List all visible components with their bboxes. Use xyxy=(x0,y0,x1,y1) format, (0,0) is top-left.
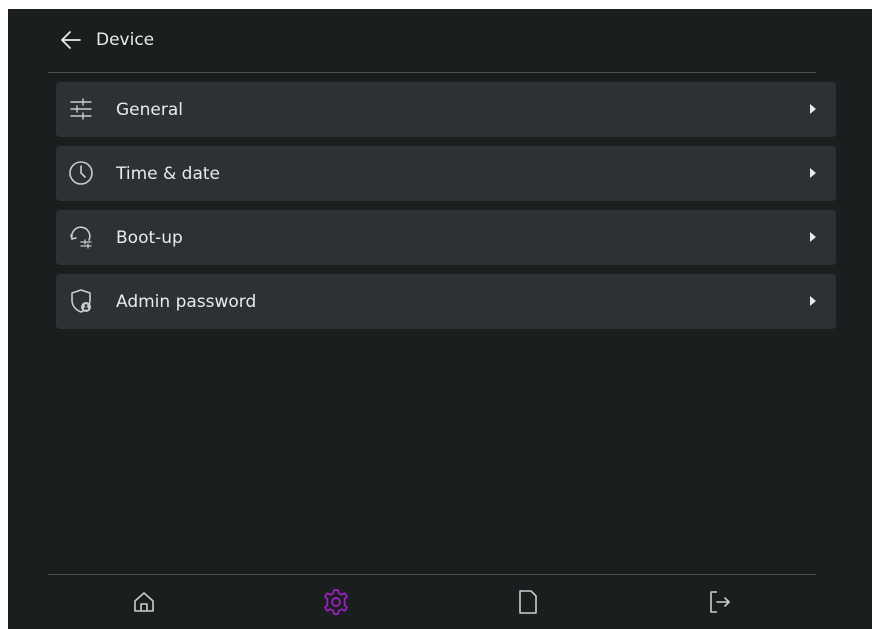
menu-item-time-date[interactable]: Time & date xyxy=(56,146,836,201)
menu-item-label: Time & date xyxy=(116,164,221,184)
bottom-nav xyxy=(48,575,816,629)
clock-icon xyxy=(68,160,94,186)
gear-icon xyxy=(324,589,348,615)
menu-item-admin-password[interactable]: Admin password xyxy=(56,274,836,329)
menu-item-general[interactable]: General xyxy=(56,82,836,137)
menu-item-boot-up[interactable]: Boot-up xyxy=(56,210,836,265)
nav-home[interactable] xyxy=(48,575,240,629)
header: Device xyxy=(8,9,872,73)
shield-lock-icon xyxy=(68,288,94,314)
chevron-right-icon xyxy=(808,295,818,307)
logout-icon xyxy=(710,591,730,613)
chevron-right-icon xyxy=(808,167,818,179)
boot-up-icon xyxy=(68,224,94,250)
back-button[interactable] xyxy=(58,27,84,53)
page-title: Device xyxy=(96,30,155,50)
menu-item-label: Admin password xyxy=(116,292,257,312)
nav-documents[interactable] xyxy=(432,575,624,629)
document-icon xyxy=(519,590,537,614)
nav-settings[interactable] xyxy=(240,575,432,629)
nav-logout[interactable] xyxy=(624,575,816,629)
header-divider xyxy=(48,72,816,73)
chevron-right-icon xyxy=(808,231,818,243)
arrow-left-icon xyxy=(61,31,81,49)
menu-item-label: Boot-up xyxy=(116,228,183,248)
menu-item-label: General xyxy=(116,100,183,120)
menu-list: General Time & date Boot-up Admin passwo… xyxy=(56,82,836,338)
sliders-icon xyxy=(68,96,94,122)
device-settings-screen: Device General Time & date Boot-up Admin… xyxy=(8,9,872,629)
home-icon xyxy=(134,592,154,612)
chevron-right-icon xyxy=(808,103,818,115)
